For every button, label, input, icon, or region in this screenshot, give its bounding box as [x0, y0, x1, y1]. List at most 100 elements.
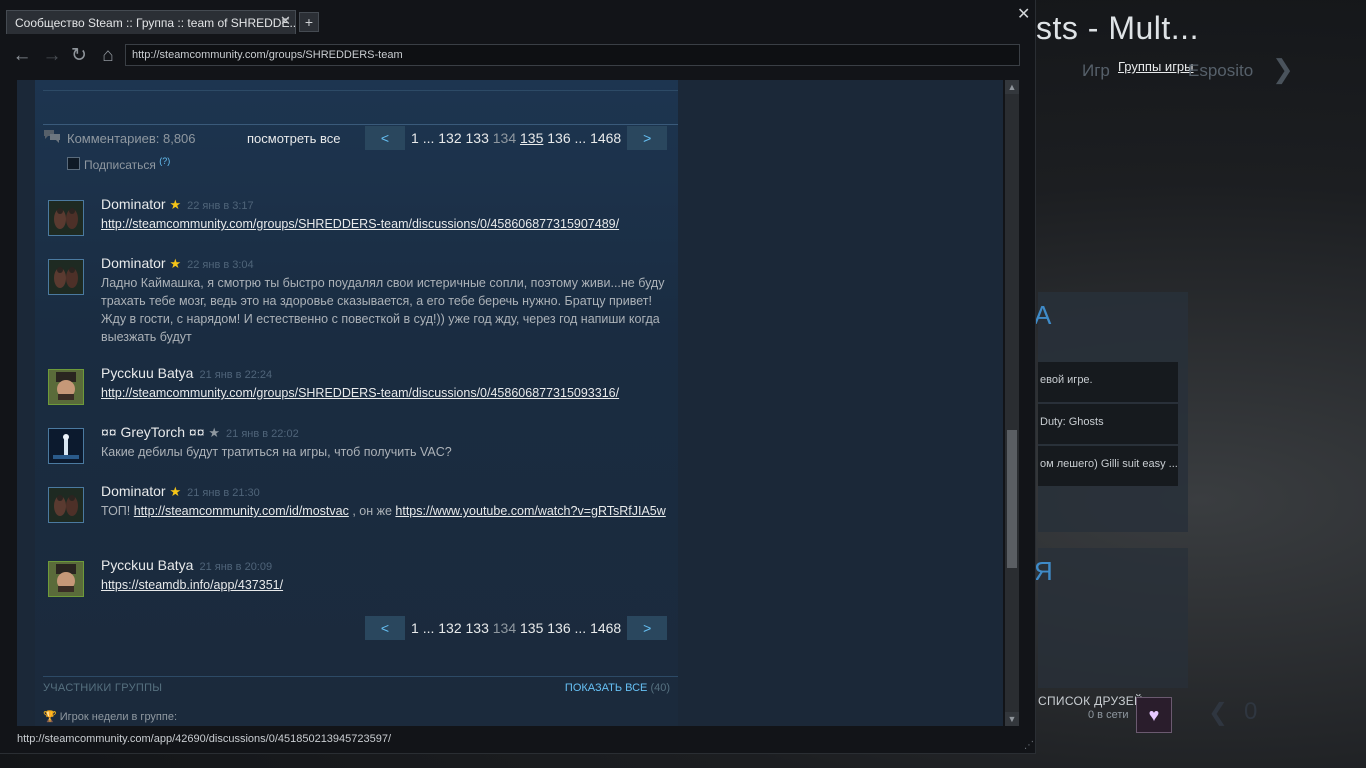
comment-author[interactable]: Dominator ★ 21 янв в 21:30: [101, 483, 260, 500]
page-scrollbar[interactable]: ▲ ▼: [1005, 80, 1019, 726]
subscribe-checkbox[interactable]: [67, 157, 80, 170]
back-arrow-icon[interactable]: ←: [11, 45, 33, 67]
background-row[interactable]: евой игре.: [1038, 362, 1178, 402]
avatar-image-icon: [49, 562, 83, 596]
group-members-label: УЧАСТНИКИ ГРУППЫ: [43, 682, 163, 694]
author-name[interactable]: Pусckuu Batya: [101, 365, 193, 381]
timestamp: 21 янв в 20:09: [199, 561, 273, 573]
page-numbers: 1 ... 132 133 134 135 136 ... 1468: [405, 620, 627, 636]
prev-page-button[interactable]: <: [365, 126, 405, 150]
timestamp: 21 янв в 21:30: [187, 487, 260, 499]
star-icon: ★: [169, 484, 182, 499]
comment-body: http://steamcommunity.com/groups/SHREDDE…: [101, 384, 671, 402]
author-name[interactable]: Dominator: [101, 483, 166, 499]
show-all-text[interactable]: ПОКАЗАТЬ ВСЕ: [565, 682, 647, 694]
prev-page-button[interactable]: <: [365, 616, 405, 640]
comment-link[interactable]: https://www.youtube.com/watch?v=gRTsRfJI…: [395, 504, 665, 518]
page-link[interactable]: 1468: [590, 130, 621, 146]
background-counter: 0: [1244, 698, 1258, 725]
background-row[interactable]: ом лешего) Gilli suit easy ...: [1038, 446, 1178, 486]
avatar[interactable]: [48, 259, 84, 295]
avatar[interactable]: [48, 561, 84, 597]
page-link[interactable]: 1: [411, 130, 419, 146]
author-name[interactable]: Dominator: [101, 255, 166, 271]
next-page-button[interactable]: >: [627, 616, 668, 640]
overlay-browser-window: Сообщество Steam :: Группа :: team of SH…: [0, 0, 1036, 754]
comment-link[interactable]: http://steamcommunity.com/groups/SHREDDE…: [101, 386, 619, 400]
star-icon: ★: [169, 197, 182, 212]
page-link[interactable]: 135: [520, 130, 543, 146]
scroll-down-icon[interactable]: ▼: [1005, 712, 1019, 726]
group-comments-section: Комментариев: 8,806 посмотреть все Подпи…: [35, 80, 678, 726]
scroll-thumb[interactable]: [1007, 430, 1017, 568]
reload-icon[interactable]: ↻: [68, 45, 90, 67]
page-link[interactable]: 135: [520, 620, 543, 636]
comment-author[interactable]: Dominator ★ 22 янв в 3:04: [101, 255, 254, 272]
avatar[interactable]: [48, 487, 84, 523]
next-page-button[interactable]: >: [627, 126, 668, 150]
avatar[interactable]: [48, 428, 84, 464]
avatar-image-icon: [49, 370, 83, 404]
home-icon[interactable]: ⌂: [97, 45, 119, 67]
subscribe-text: Подписаться: [84, 158, 156, 172]
page-viewport: Комментариев: 8,806 посмотреть все Подпи…: [17, 80, 1003, 726]
subscribe-label[interactable]: Подписаться (?): [84, 156, 170, 172]
comment-link[interactable]: http://steamcommunity.com/groups/SHREDDE…: [101, 217, 619, 231]
author-name[interactable]: ¤¤ GreyTorch ¤¤: [101, 424, 205, 440]
comments-icon: [44, 130, 60, 143]
avatar-image-icon: [49, 201, 83, 235]
tab-close-icon[interactable]: ✕: [280, 13, 291, 29]
comment-link[interactable]: https://steamdb.info/app/437351/: [101, 578, 283, 592]
view-all-link[interactable]: посмотреть все: [247, 131, 340, 146]
ellipsis: ...: [574, 620, 587, 636]
page-link[interactable]: 136: [547, 130, 570, 146]
new-tab-button[interactable]: +: [299, 12, 319, 32]
trophy-icon: 🏆: [43, 711, 57, 723]
page-link[interactable]: 1468: [590, 620, 621, 636]
background-row[interactable]: Duty: Ghosts: [1038, 404, 1178, 444]
tab-bar: Сообщество Steam :: Группа :: team of SH…: [0, 0, 1036, 40]
comment-link[interactable]: http://steamcommunity.com/id/mostvac: [134, 504, 349, 518]
author-name[interactable]: Dominator: [101, 196, 166, 212]
browser-tab[interactable]: Сообщество Steam :: Группа :: team of SH…: [6, 10, 296, 34]
page-link[interactable]: 132: [438, 620, 461, 636]
show-all-members-link[interactable]: ПОКАЗАТЬ ВСЕ (40): [565, 682, 670, 694]
nav-game-groups-link[interactable]: Группы игры: [1118, 59, 1194, 74]
scroll-up-icon[interactable]: ▲: [1005, 80, 1019, 94]
friends-online-count: 0 в сети: [1088, 709, 1129, 721]
pagination-bottom: < 1 ... 132 133 134 135 136 ... 1468 >: [365, 616, 668, 640]
current-page: 134: [492, 620, 517, 636]
avatar-image-icon: [49, 429, 83, 463]
panel-letter: A: [1034, 300, 1052, 330]
panel-letter-2: Я: [1034, 556, 1053, 586]
divider: [43, 676, 678, 677]
window-close-icon[interactable]: ✕: [1017, 4, 1030, 24]
page-link[interactable]: 133: [466, 620, 489, 636]
page-link[interactable]: 132: [438, 130, 461, 146]
comment-author[interactable]: Dominator ★ 22 янв в 3:17: [101, 196, 254, 213]
members-count: (40): [650, 682, 670, 694]
url-bar[interactable]: http://steamcommunity.com/groups/SHREDDE…: [125, 44, 1020, 66]
page-link[interactable]: 136: [547, 620, 570, 636]
avatar[interactable]: [48, 369, 84, 405]
pagination-top: < 1 ... 132 133 134 135 136 ... 1468 >: [365, 126, 668, 150]
page-numbers: 1 ... 132 133 134 135 136 ... 1468: [405, 130, 627, 146]
comment-author[interactable]: Pусckuu Batya 21 янв в 20:09: [101, 557, 272, 573]
avatar[interactable]: [48, 200, 84, 236]
comment-author[interactable]: ¤¤ GreyTorch ¤¤ ★ 21 янв в 22:02: [101, 424, 299, 441]
resize-grip-icon[interactable]: ⋰: [1024, 740, 1034, 751]
game-title: sts - Mult...: [1036, 10, 1199, 46]
timestamp: 21 янв в 22:24: [199, 369, 273, 381]
user-avatar[interactable]: ♥: [1136, 697, 1172, 733]
friends-list-label[interactable]: СПИСОК ДРУЗЕЙ: [1038, 694, 1143, 708]
star-icon: ★: [208, 425, 221, 440]
comment-author[interactable]: Pусckuu Batya 21 янв в 22:24: [101, 365, 272, 381]
player-of-week-label: Игрок недели в группе:: [59, 711, 178, 723]
page-link[interactable]: 1: [411, 620, 419, 636]
help-icon[interactable]: (?): [159, 156, 170, 166]
author-name[interactable]: Pусckuu Batya: [101, 557, 193, 573]
divider: [43, 90, 678, 91]
forward-arrow-icon[interactable]: →: [41, 45, 63, 67]
chevron-right-icon[interactable]: ❯: [1272, 54, 1294, 85]
page-link[interactable]: 133: [466, 130, 489, 146]
